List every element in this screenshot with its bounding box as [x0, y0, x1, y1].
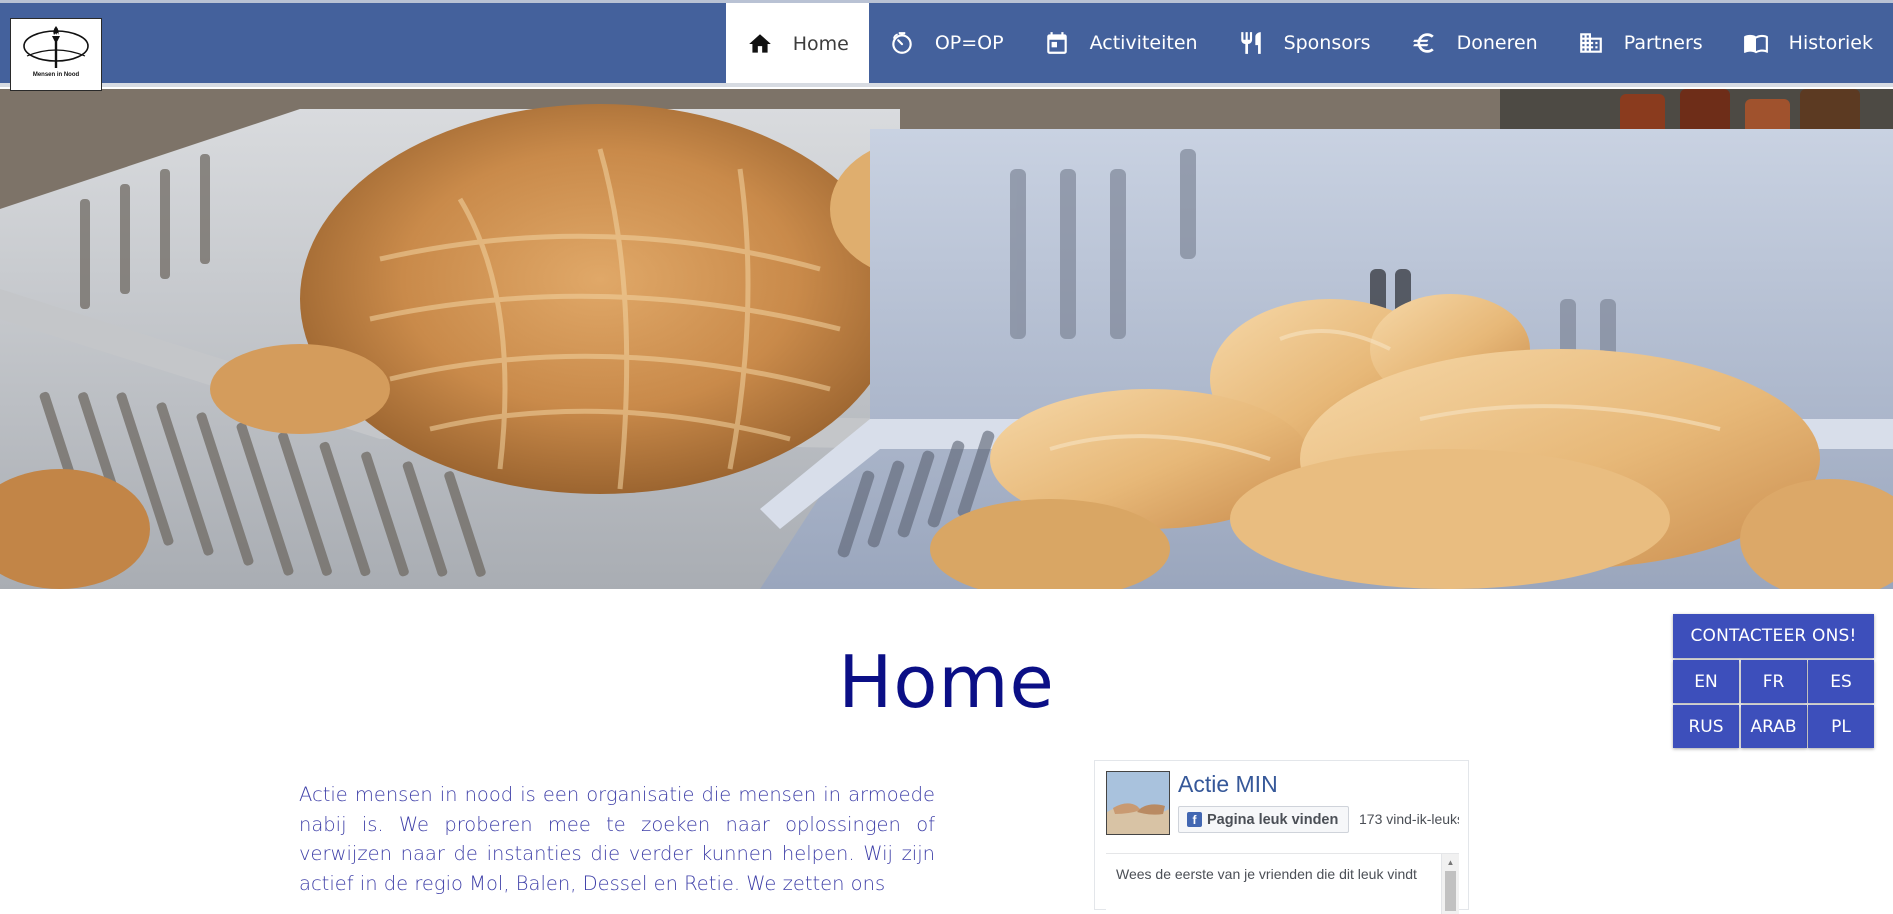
book-icon	[1743, 30, 1769, 56]
facebook-icon: f	[1187, 812, 1202, 827]
nav-item-doneren[interactable]: Doneren	[1391, 3, 1558, 83]
main-menu: Home OP=OP Activiteiten Sponsors Doneren…	[725, 3, 1893, 83]
scrollbar-thumb[interactable]	[1445, 871, 1456, 911]
contact-language-panel: CONTACTEER ONS! EN FR ES RUS ARAB PL	[1673, 614, 1874, 748]
nav-label-partners: Partners	[1623, 32, 1703, 54]
nav-label-activiteiten: Activiteiten	[1089, 32, 1198, 54]
intro-paragraph: Actie mensen in nood is een organisatie …	[299, 783, 935, 895]
logo-caption: Mensen in Nood	[32, 72, 80, 78]
home-icon	[747, 31, 773, 57]
nav-label-op-op: OP=OP	[934, 32, 1004, 54]
language-button-rus[interactable]: RUS	[1673, 705, 1739, 748]
site-logo[interactable]: Mensen in Nood	[10, 18, 102, 91]
facebook-page-name[interactable]: Actie MIN	[1178, 771, 1278, 798]
language-button-pl[interactable]: PL	[1808, 705, 1874, 748]
nav-item-activiteiten[interactable]: Activiteiten	[1024, 3, 1218, 83]
bread-crates-illustration	[0, 89, 1893, 589]
facebook-feed-scrollbar[interactable]: ▲	[1442, 854, 1459, 914]
nav-label-doneren: Doneren	[1456, 32, 1538, 54]
contact-button[interactable]: CONTACTEER ONS!	[1673, 614, 1874, 658]
top-navigation-bar: Mensen in Nood Home OP=OP Activiteiten S…	[0, 0, 1893, 91]
nav-item-partners[interactable]: Partners	[1558, 3, 1723, 83]
fork-knife-icon	[1238, 30, 1264, 56]
euro-icon	[1411, 30, 1437, 56]
nav-item-sponsors[interactable]: Sponsors	[1218, 3, 1391, 83]
nav-item-op-op[interactable]: OP=OP	[869, 3, 1024, 83]
nav-label-home: Home	[792, 33, 849, 55]
calendar-icon	[1044, 30, 1070, 56]
nav-label-sponsors: Sponsors	[1283, 32, 1371, 54]
facebook-feed: Wees de eerste van je vrienden die dit l…	[1106, 853, 1459, 914]
facebook-page-thumbnail[interactable]	[1106, 771, 1170, 835]
language-button-es[interactable]: ES	[1808, 660, 1874, 703]
building-icon	[1578, 30, 1604, 56]
scroll-up-icon[interactable]: ▲	[1442, 854, 1459, 870]
torch-logo-icon	[23, 26, 89, 68]
page-title: Home	[838, 640, 1055, 724]
facebook-like-button[interactable]: f Pagina leuk vinden	[1178, 806, 1350, 833]
facebook-feed-message: Wees de eerste van je vrienden die dit l…	[1106, 854, 1442, 914]
hero-banner-image	[0, 89, 1893, 589]
facebook-like-count: 173 vind-ik-leuks	[1359, 811, 1459, 827]
nav-item-home[interactable]: Home	[725, 3, 869, 83]
language-button-arab[interactable]: ARAB	[1740, 705, 1807, 748]
facebook-page-widget: Actie MIN f Pagina leuk vinden 173 vind-…	[1094, 760, 1469, 914]
nav-label-historiek: Historiek	[1788, 32, 1873, 54]
holding-hands-image	[1107, 772, 1169, 834]
language-button-en[interactable]: EN	[1673, 660, 1739, 703]
timer-icon	[889, 30, 915, 56]
facebook-like-label: Pagina leuk vinden	[1207, 811, 1339, 828]
language-button-fr[interactable]: FR	[1740, 660, 1807, 703]
nav-item-historiek[interactable]: Historiek	[1723, 3, 1893, 83]
language-selector: EN FR ES RUS ARAB PL	[1673, 660, 1874, 748]
